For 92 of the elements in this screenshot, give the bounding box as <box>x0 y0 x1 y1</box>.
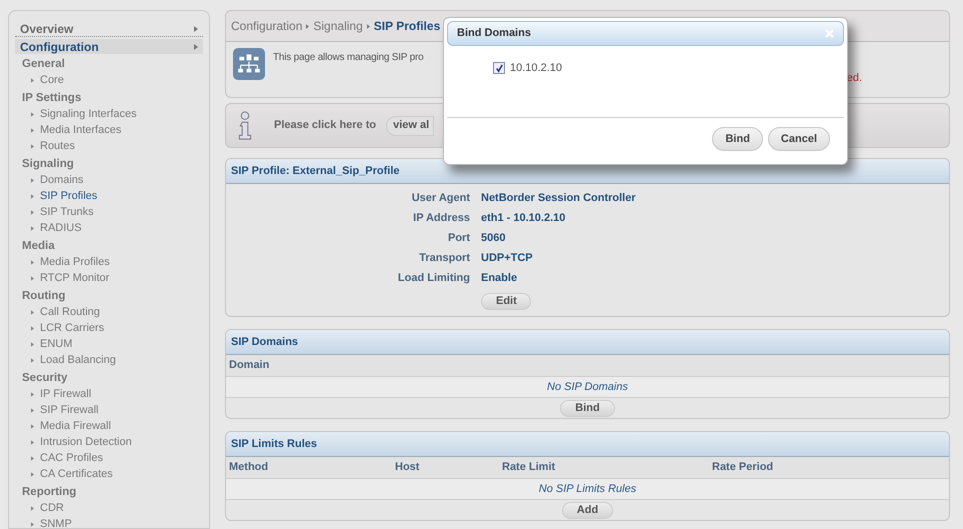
arrow-icon <box>194 26 198 32</box>
dialog-title: Bind Domains <box>457 26 531 42</box>
field-label: User Agent <box>410 191 471 206</box>
arrow-icon <box>31 408 34 412</box>
sidebar-link[interactable]: SIP Profiles <box>40 188 98 204</box>
section-heading: IP Settings <box>21 91 82 106</box>
arrow-icon <box>31 276 34 280</box>
arrow-icon <box>31 472 34 476</box>
sidebar-link[interactable]: Call Routing <box>40 304 100 320</box>
field-value: NetBorder Session Controller <box>480 191 637 206</box>
panel-title: SIP Limits Rules <box>226 432 949 457</box>
section-heading: Routing <box>21 289 66 304</box>
field-label: Port <box>447 231 471 246</box>
empty-message: No SIP Limits Rules <box>226 479 949 500</box>
field-value: Enable <box>480 271 518 286</box>
sidebar-link[interactable]: Media Profiles <box>40 254 110 270</box>
column-header: Rate Period <box>711 460 774 476</box>
section-heading: Signaling <box>21 157 75 172</box>
arrow-icon <box>31 226 34 230</box>
arrow-icon <box>194 44 198 50</box>
arrow-icon <box>31 326 34 330</box>
field-label: IP Address <box>412 211 471 226</box>
arrow-icon <box>31 178 34 182</box>
field-value: 5060 <box>480 231 506 246</box>
arrow-icon <box>31 358 34 362</box>
sidebar-link[interactable]: Media Firewall <box>40 418 111 434</box>
column-header: Host <box>394 460 420 476</box>
sidebar-link[interactable]: SNMP <box>40 516 72 529</box>
sidebar-link[interactable]: ENUM <box>40 336 72 352</box>
sidebar-link[interactable]: Media Interfaces <box>40 122 122 138</box>
checkbox-label: 10.10.2.10 <box>510 61 562 76</box>
arrow-icon <box>31 310 34 314</box>
arrow-icon <box>31 194 34 198</box>
dialog-button[interactable]: Cancel <box>768 127 830 151</box>
empty-message: No SIP Domains <box>226 377 949 398</box>
sidebar-link[interactable]: RADIUS <box>40 220 82 236</box>
arrow-icon <box>31 78 34 82</box>
edit-button[interactable]: Edit <box>481 293 531 310</box>
section-heading: Reporting <box>21 485 78 500</box>
sidebar-link[interactable]: Routes <box>40 138 75 154</box>
breadcrumb-link[interactable]: SIP Profiles <box>374 17 440 35</box>
arrow-icon <box>31 342 34 346</box>
sidebar-link[interactable]: Intrusion Detection <box>40 434 132 450</box>
breadcrumb-link[interactable]: Signaling <box>313 17 363 35</box>
arrow-icon <box>31 210 34 214</box>
field-label: Load Limiting <box>396 271 471 286</box>
sidebar-link[interactable]: Core <box>40 72 64 88</box>
arrow-icon <box>31 392 34 396</box>
sitemap-icon <box>233 48 265 80</box>
column-header: Domain <box>228 358 270 374</box>
panel-title: SIP Domains <box>226 330 949 355</box>
view-all-button[interactable]: view al <box>386 116 434 136</box>
breadcrumb-link[interactable]: Configuration <box>231 17 302 35</box>
arrow-icon <box>366 24 370 28</box>
section-heading: General <box>21 57 66 72</box>
arrow-icon <box>31 260 34 264</box>
intro-text: This page allows managing SIP pro <box>273 51 424 65</box>
add-button[interactable]: Add <box>562 502 614 518</box>
sidebar-link[interactable]: LCR Carriers <box>40 320 104 336</box>
field-label: Transport <box>418 251 471 266</box>
bind-button[interactable]: Bind <box>560 400 615 416</box>
sidebar-link[interactable]: SIP Trunks <box>40 204 94 220</box>
info-text: Please click here to <box>274 118 376 134</box>
arrow-icon <box>306 24 310 28</box>
arrow-icon <box>31 522 34 526</box>
arrow-icon <box>31 144 34 148</box>
arrow-icon <box>31 112 34 116</box>
sidebar-link[interactable]: IP Firewall <box>40 386 92 402</box>
sidebar-link[interactable]: Signaling Interfaces <box>40 106 137 122</box>
sidebar-link[interactable]: Load Balancing <box>40 352 116 368</box>
arrow-icon <box>31 506 34 510</box>
section-heading: Security <box>21 371 68 386</box>
menu-item[interactable]: Overview <box>15 22 203 37</box>
column-header: Method <box>228 460 270 476</box>
sidebar-link[interactable]: SIP Firewall <box>40 402 98 418</box>
checkbox[interactable] <box>493 62 505 74</box>
field-value: UDP+TCP <box>480 251 534 266</box>
sidebar-link[interactable]: Domains <box>40 172 84 188</box>
info-icon <box>238 110 252 140</box>
arrow-icon <box>31 440 34 444</box>
arrow-icon <box>31 456 34 460</box>
section-heading: Media <box>21 239 56 254</box>
sidebar-link[interactable]: CAC Profiles <box>40 450 103 466</box>
sidebar-link[interactable]: CDR <box>40 500 64 516</box>
arrow-icon <box>31 128 34 132</box>
arrow-icon <box>31 424 34 428</box>
field-value: eth1 - 10.10.2.10 <box>480 211 566 226</box>
menu-item[interactable]: Configuration <box>15 39 203 54</box>
dialog-button[interactable]: Bind <box>712 127 763 151</box>
column-header: Rate Limit <box>501 460 556 476</box>
sidebar-link[interactable]: RTCP Monitor <box>40 270 110 286</box>
sidebar-link[interactable]: CA Certificates <box>40 466 113 482</box>
